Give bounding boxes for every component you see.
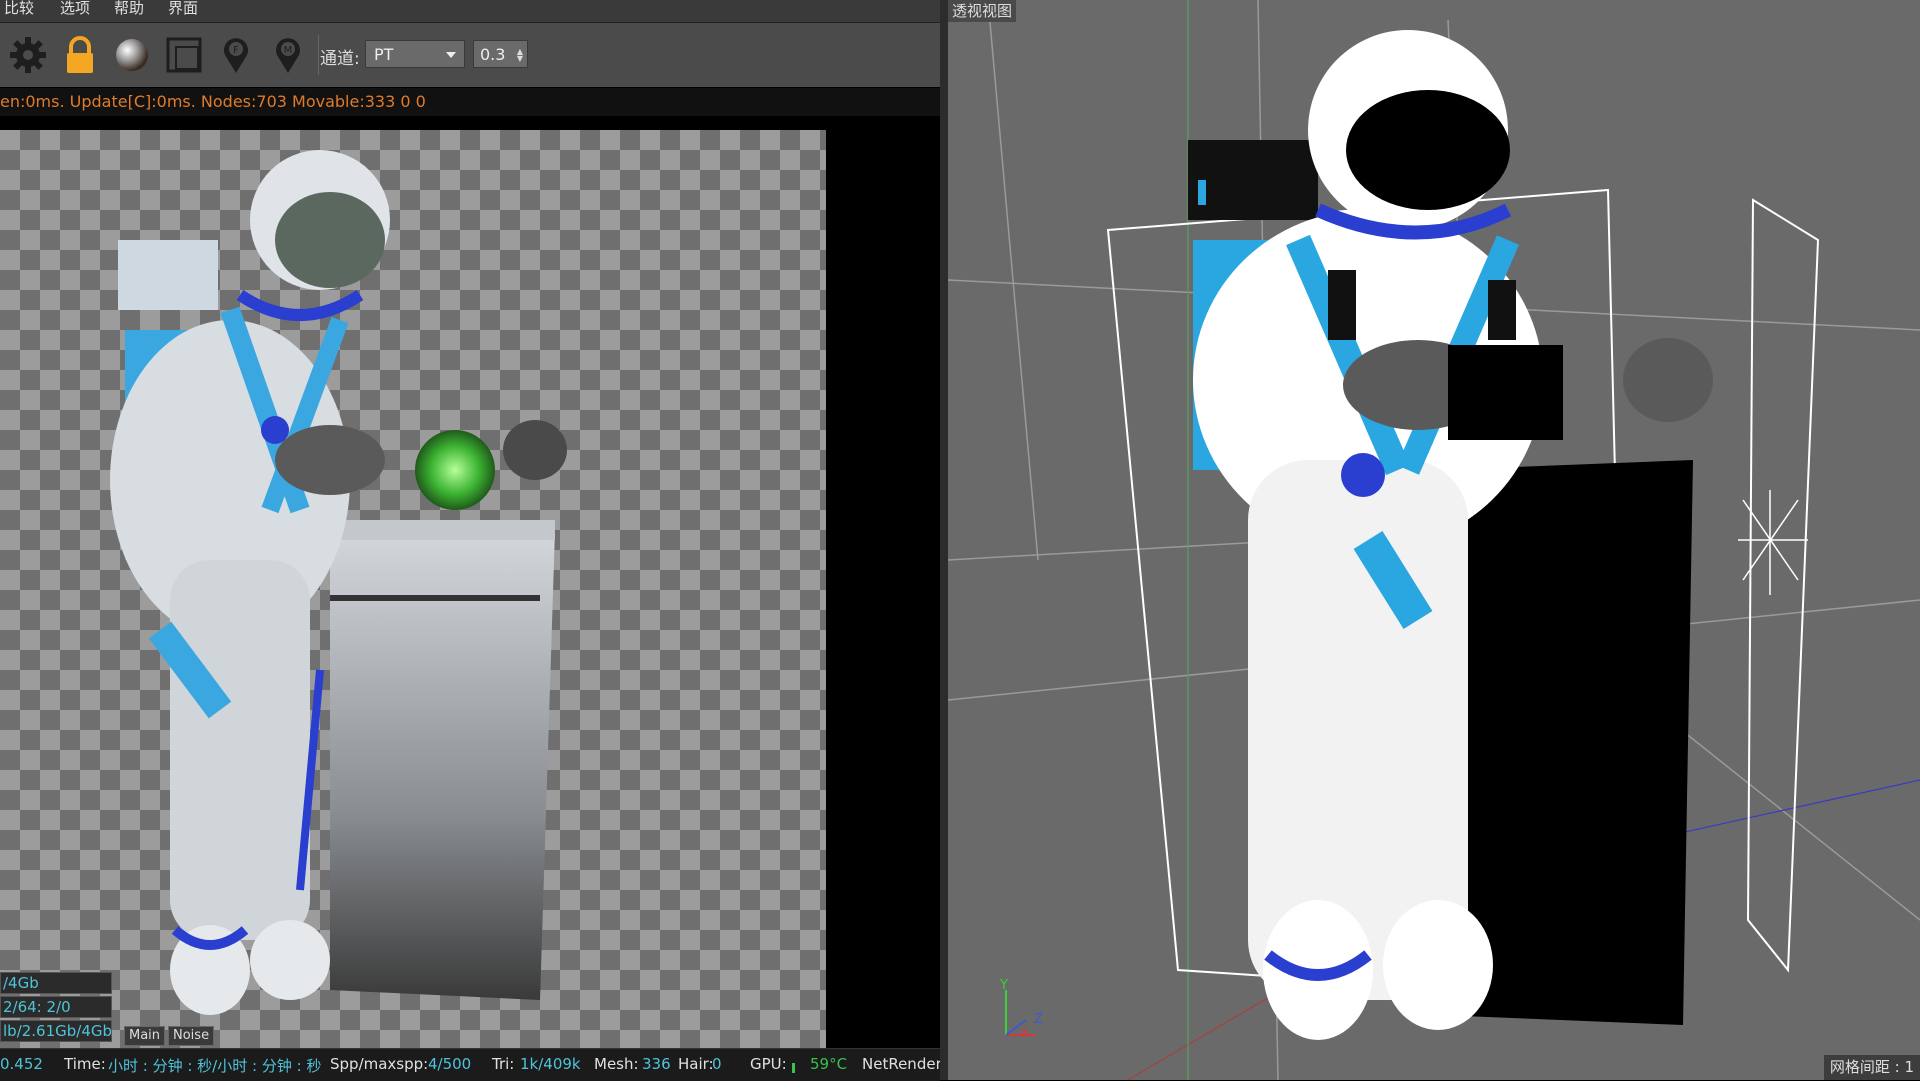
spinner-value: 0.3 <box>480 45 506 64</box>
axis-y-label: Y <box>1000 978 1008 993</box>
grid-spacing-label: 网格间距 : 1 <box>1823 1055 1920 1080</box>
render-canvas[interactable] <box>0 130 826 1048</box>
material-pin-icon[interactable]: M <box>268 35 308 75</box>
gpu-usage-bar <box>792 1063 795 1073</box>
tri-label: Tri: <box>492 1055 515 1073</box>
memory-line-2-value: 2/0 <box>46 998 71 1016</box>
svg-text:F: F <box>233 45 239 56</box>
channel-dropdown[interactable]: PT <box>365 40 465 68</box>
render-window: 比较 选项 帮助 界面 F M 通道: PT 0.3 ▲ ▼ en:0ms. U… <box>0 0 942 1081</box>
material-sphere-icon[interactable] <box>112 35 152 75</box>
render-info-text: en:0ms. Update[C]:0ms. Nodes:703 Movable… <box>0 92 426 111</box>
menu-options[interactable]: 选项 <box>60 0 90 16</box>
spinner-arrows-icon[interactable]: ▲ ▼ <box>517 48 523 63</box>
memory-line-3: lb/2.61Gb/4Gb <box>0 1020 112 1042</box>
axis-x-label: X <box>1020 1026 1029 1041</box>
mesh-label: Mesh: <box>594 1055 639 1073</box>
render-toolbar: F M <box>0 23 940 87</box>
perspective-viewport[interactable]: 透视视图 Y Z X 网格间距 : 1 <box>948 0 1920 1080</box>
menu-help[interactable]: 帮助 <box>114 0 144 16</box>
viewport-scene <box>948 0 1920 1080</box>
render-info-line: en:0ms. Update[C]:0ms. Nodes:703 Movable… <box>0 88 940 116</box>
spp-value: 4/500 <box>428 1055 472 1073</box>
memory-line-1: /4Gb <box>0 972 112 994</box>
memory-line-2-prefix: 2/64: <box>3 998 42 1016</box>
menu-compare[interactable]: 比较 <box>4 0 34 16</box>
status-value: 0.452 <box>0 1055 43 1073</box>
spp-label: Spp/maxspp: <box>330 1055 429 1073</box>
menu-bar: 比较 选项 帮助 界面 <box>0 0 940 23</box>
gpu-temp: 59°C <box>810 1055 848 1073</box>
gear-icon[interactable] <box>8 35 48 75</box>
viewport-title[interactable]: 透视视图 <box>948 0 1017 22</box>
focus-pin-icon[interactable]: F <box>216 35 256 75</box>
chevron-down-icon <box>446 52 456 58</box>
tab-noise[interactable]: Noise <box>168 1026 215 1046</box>
channel-label: 通道: <box>320 49 360 69</box>
time-value: 小时 : 分钟 : 秒/小时 : 分钟 : 秒 <box>108 1057 322 1075</box>
hair-label: Hair: <box>678 1055 714 1073</box>
region-render-icon[interactable] <box>164 35 204 75</box>
channel-value: PT <box>374 45 394 64</box>
menu-interface[interactable]: 界面 <box>168 0 198 16</box>
time-label: Time: <box>64 1055 106 1073</box>
axis-z-label: Z <box>1034 1012 1043 1027</box>
gpu-label: GPU: <box>750 1055 787 1073</box>
toolbar-separator <box>318 35 319 75</box>
panel-divider[interactable] <box>940 0 948 1080</box>
mesh-value: 336 <box>642 1055 671 1073</box>
rendered-image <box>110 150 567 1015</box>
lock-icon[interactable] <box>60 35 100 75</box>
memory-line-2: 2/64: 2/0 <box>0 996 112 1018</box>
hair-value: 0 <box>712 1055 722 1073</box>
tab-main[interactable]: Main <box>124 1026 166 1046</box>
tri-value: 1k/409k <box>520 1055 581 1073</box>
svg-text:M: M <box>284 45 293 56</box>
status-bar: 0.452 Time: 小时 : 分钟 : 秒/小时 : 分钟 : 秒 Spp/… <box>0 1048 942 1081</box>
value-spinner[interactable]: 0.3 ▲ ▼ <box>473 40 528 68</box>
netrender-status: NetRender <box>862 1055 942 1073</box>
